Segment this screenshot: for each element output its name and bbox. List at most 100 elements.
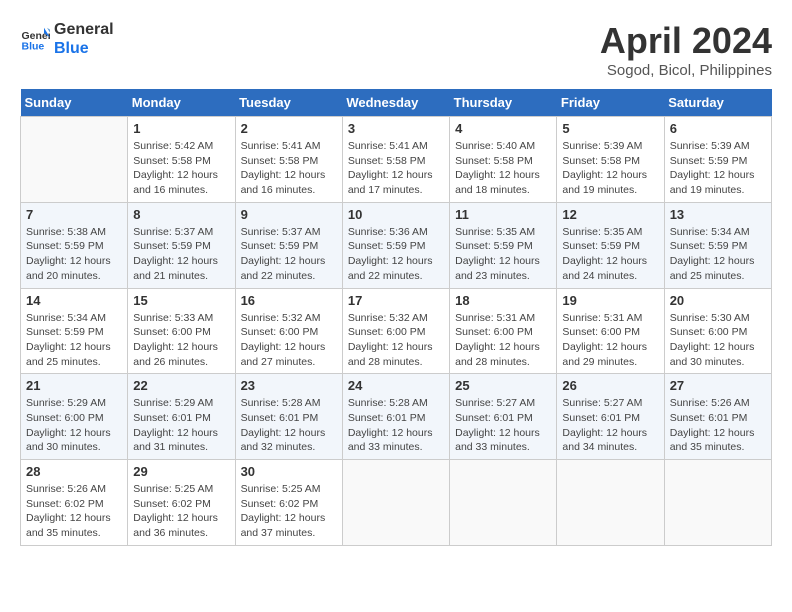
svg-text:Blue: Blue: [22, 41, 45, 53]
day-info: Sunrise: 5:29 AM Sunset: 6:00 PM Dayligh…: [26, 396, 122, 455]
calendar-cell: 12 Sunrise: 5:35 AM Sunset: 5:59 PM Dayli…: [557, 202, 664, 288]
logo-text-line2: Blue: [54, 39, 114, 58]
day-info: Sunrise: 5:27 AM Sunset: 6:01 PM Dayligh…: [562, 396, 658, 455]
calendar-cell: 23 Sunrise: 5:28 AM Sunset: 6:01 PM Dayli…: [235, 374, 342, 460]
day-info: Sunrise: 5:29 AM Sunset: 6:01 PM Dayligh…: [133, 396, 229, 455]
day-info: Sunrise: 5:25 AM Sunset: 6:02 PM Dayligh…: [241, 482, 337, 541]
day-number: 10: [348, 207, 444, 222]
day-number: 8: [133, 207, 229, 222]
day-number: 12: [562, 207, 658, 222]
day-info: Sunrise: 5:35 AM Sunset: 5:59 PM Dayligh…: [562, 225, 658, 284]
calendar-cell: 27Sunrise: 5:26 AM Sunset: 6:01 PM Dayli…: [664, 374, 771, 460]
day-header-thursday: Thursday: [450, 89, 557, 117]
month-title: April 2024: [600, 20, 772, 62]
day-info: Sunrise: 5:31 AM Sunset: 6:00 PM Dayligh…: [455, 311, 551, 370]
logo: General Blue General Blue: [20, 20, 114, 58]
calendar-cell: 8 Sunrise: 5:37 AM Sunset: 5:59 PM Daylig…: [128, 202, 235, 288]
day-number: 7: [26, 207, 122, 222]
day-number: 14: [26, 293, 122, 308]
title-area: April 2024 Sogod, Bicol, Philippines: [600, 20, 772, 79]
calendar-cell: 25 Sunrise: 5:27 AM Sunset: 6:01 PM Dayli…: [450, 374, 557, 460]
day-number: 25: [455, 378, 551, 393]
day-number: 28: [26, 464, 122, 479]
day-info: Sunrise: 5:28 AM Sunset: 6:01 PM Dayligh…: [241, 396, 337, 455]
day-number: 13: [670, 207, 766, 222]
calendar-cell: [342, 460, 449, 546]
calendar-cell: 1 Sunrise: 5:42 AM Sunset: 5:58 PM Daylig…: [128, 117, 235, 203]
day-number: 19: [562, 293, 658, 308]
calendar-cell: [557, 460, 664, 546]
day-info: Sunrise: 5:30 AM Sunset: 6:00 PM Dayligh…: [670, 311, 766, 370]
calendar-cell: 21 Sunrise: 5:29 AM Sunset: 6:00 PM Dayli…: [21, 374, 128, 460]
day-info: Sunrise: 5:34 AM Sunset: 5:59 PM Dayligh…: [670, 225, 766, 284]
calendar-cell: 18 Sunrise: 5:31 AM Sunset: 6:00 PM Dayli…: [450, 288, 557, 374]
day-number: 9: [241, 207, 337, 222]
calendar-cell: 20 Sunrise: 5:30 AM Sunset: 6:00 PM Dayli…: [664, 288, 771, 374]
day-header-friday: Friday: [557, 89, 664, 117]
header: General Blue General Blue April 2024 Sog…: [20, 20, 772, 79]
day-info: Sunrise: 5:31 AM Sunset: 6:00 PM Dayligh…: [562, 311, 658, 370]
day-info: Sunrise: 5:39 AM Sunset: 5:58 PM Dayligh…: [562, 139, 658, 198]
day-info: Sunrise: 5:41 AM Sunset: 5:58 PM Dayligh…: [348, 139, 444, 198]
day-number: 17: [348, 293, 444, 308]
calendar-cell: 6Sunrise: 5:39 AM Sunset: 5:59 PM Daylig…: [664, 117, 771, 203]
day-number: 18: [455, 293, 551, 308]
calendar-cell: 14Sunrise: 5:34 AM Sunset: 5:59 PM Dayli…: [21, 288, 128, 374]
day-number: 24: [348, 378, 444, 393]
day-info: Sunrise: 5:36 AM Sunset: 5:59 PM Dayligh…: [348, 225, 444, 284]
day-info: Sunrise: 5:25 AM Sunset: 6:02 PM Dayligh…: [133, 482, 229, 541]
day-header-tuesday: Tuesday: [235, 89, 342, 117]
day-number: 2: [241, 121, 337, 136]
day-info: Sunrise: 5:27 AM Sunset: 6:01 PM Dayligh…: [455, 396, 551, 455]
logo-text-line1: General: [54, 20, 114, 39]
day-info: Sunrise: 5:26 AM Sunset: 6:02 PM Dayligh…: [26, 482, 122, 541]
day-number: 21: [26, 378, 122, 393]
calendar-cell: 22 Sunrise: 5:29 AM Sunset: 6:01 PM Dayli…: [128, 374, 235, 460]
calendar-cell: 29 Sunrise: 5:25 AM Sunset: 6:02 PM Dayli…: [128, 460, 235, 546]
day-number: 3: [348, 121, 444, 136]
day-header-wednesday: Wednesday: [342, 89, 449, 117]
day-number: 20: [670, 293, 766, 308]
day-number: 26: [562, 378, 658, 393]
calendar-week-row: 21 Sunrise: 5:29 AM Sunset: 6:00 PM Dayli…: [21, 374, 772, 460]
day-header-monday: Monday: [128, 89, 235, 117]
calendar-cell: 10 Sunrise: 5:36 AM Sunset: 5:59 PM Dayli…: [342, 202, 449, 288]
day-number: 1: [133, 121, 229, 136]
calendar-cell: 19 Sunrise: 5:31 AM Sunset: 6:00 PM Dayli…: [557, 288, 664, 374]
day-number: 16: [241, 293, 337, 308]
calendar-cell: 30 Sunrise: 5:25 AM Sunset: 6:02 PM Dayli…: [235, 460, 342, 546]
calendar-cell: [21, 117, 128, 203]
calendar-cell: [664, 460, 771, 546]
calendar-week-row: 1 Sunrise: 5:42 AM Sunset: 5:58 PM Daylig…: [21, 117, 772, 203]
calendar-cell: 16 Sunrise: 5:32 AM Sunset: 6:00 PM Dayli…: [235, 288, 342, 374]
day-info: Sunrise: 5:37 AM Sunset: 5:59 PM Dayligh…: [133, 225, 229, 284]
day-info: Sunrise: 5:37 AM Sunset: 5:59 PM Dayligh…: [241, 225, 337, 284]
day-info: Sunrise: 5:38 AM Sunset: 5:59 PM Dayligh…: [26, 225, 122, 284]
calendar-cell: 4Sunrise: 5:40 AM Sunset: 5:58 PM Daylig…: [450, 117, 557, 203]
day-number: 29: [133, 464, 229, 479]
day-info: Sunrise: 5:28 AM Sunset: 6:01 PM Dayligh…: [348, 396, 444, 455]
logo-icon: General Blue: [20, 24, 50, 54]
day-header-saturday: Saturday: [664, 89, 771, 117]
day-number: 23: [241, 378, 337, 393]
calendar-cell: 15Sunrise: 5:33 AM Sunset: 6:00 PM Dayli…: [128, 288, 235, 374]
day-number: 30: [241, 464, 337, 479]
calendar-cell: 26 Sunrise: 5:27 AM Sunset: 6:01 PM Dayli…: [557, 374, 664, 460]
day-info: Sunrise: 5:32 AM Sunset: 6:00 PM Dayligh…: [348, 311, 444, 370]
calendar-week-row: 28 Sunrise: 5:26 AM Sunset: 6:02 PM Dayli…: [21, 460, 772, 546]
calendar-cell: [450, 460, 557, 546]
day-info: Sunrise: 5:26 AM Sunset: 6:01 PM Dayligh…: [670, 396, 766, 455]
calendar-cell: 9 Sunrise: 5:37 AM Sunset: 5:59 PM Daylig…: [235, 202, 342, 288]
calendar-cell: 5Sunrise: 5:39 AM Sunset: 5:58 PM Daylig…: [557, 117, 664, 203]
day-number: 22: [133, 378, 229, 393]
calendar-week-row: 14Sunrise: 5:34 AM Sunset: 5:59 PM Dayli…: [21, 288, 772, 374]
calendar-cell: 3 Sunrise: 5:41 AM Sunset: 5:58 PM Daylig…: [342, 117, 449, 203]
calendar-table: SundayMondayTuesdayWednesdayThursdayFrid…: [20, 89, 772, 546]
day-info: Sunrise: 5:35 AM Sunset: 5:59 PM Dayligh…: [455, 225, 551, 284]
day-info: Sunrise: 5:32 AM Sunset: 6:00 PM Dayligh…: [241, 311, 337, 370]
day-number: 11: [455, 207, 551, 222]
location-subtitle: Sogod, Bicol, Philippines: [600, 62, 772, 79]
day-info: Sunrise: 5:33 AM Sunset: 6:00 PM Dayligh…: [133, 311, 229, 370]
calendar-cell: 7 Sunrise: 5:38 AM Sunset: 5:59 PM Daylig…: [21, 202, 128, 288]
day-info: Sunrise: 5:42 AM Sunset: 5:58 PM Dayligh…: [133, 139, 229, 198]
